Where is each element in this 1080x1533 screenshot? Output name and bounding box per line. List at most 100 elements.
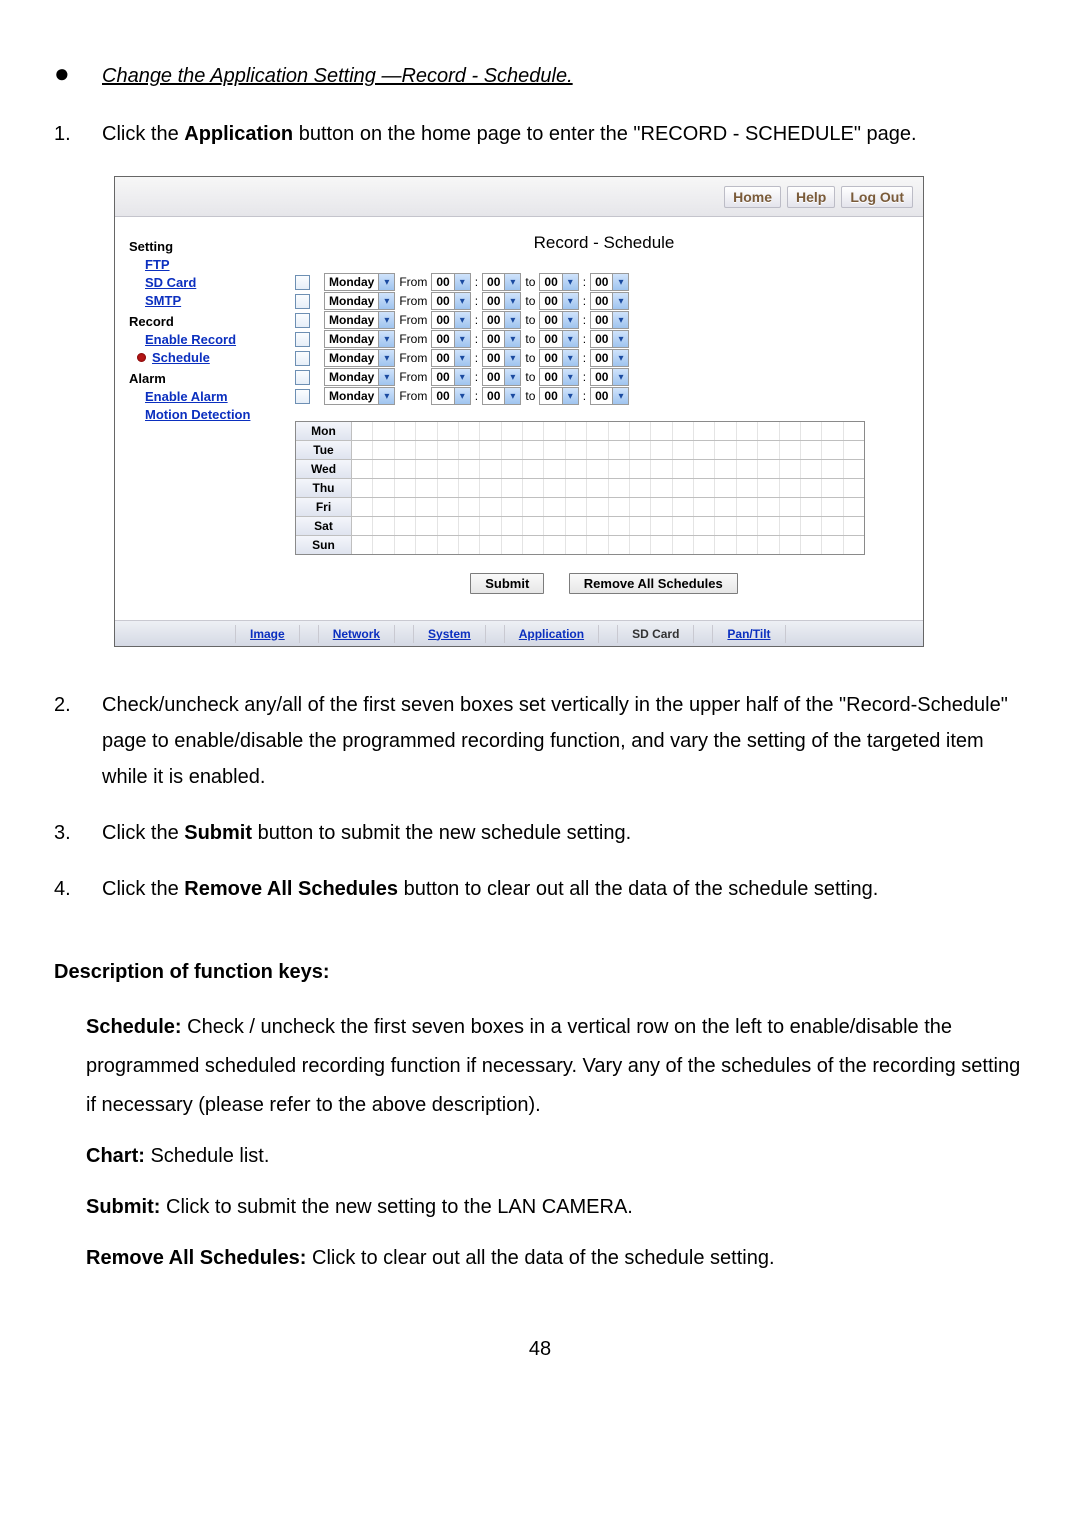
remove-all-button[interactable]: Remove All Schedules — [569, 573, 738, 594]
schedule-row: Monday▾From00▾:00▾to00▾:00▾ — [295, 330, 913, 348]
dropdown[interactable]: 00▾ — [590, 387, 629, 405]
tab-network[interactable]: Network — [318, 625, 395, 643]
tab-sdcard[interactable]: SD Card — [617, 625, 694, 643]
dropdown[interactable]: Monday▾ — [324, 273, 395, 291]
dropdown[interactable]: 00▾ — [482, 330, 521, 348]
dropdown[interactable]: 00▾ — [539, 349, 578, 367]
dropdown[interactable]: 00▾ — [431, 349, 470, 367]
to-label: to — [525, 332, 535, 346]
sidebar-item-schedule[interactable]: Schedule — [137, 350, 287, 365]
chevron-down-icon: ▾ — [504, 274, 520, 290]
dropdown[interactable]: 00▾ — [590, 273, 629, 291]
enable-checkbox[interactable] — [295, 294, 310, 309]
grid-cell — [758, 460, 779, 478]
sidebar-item-enable-record[interactable]: Enable Record — [145, 332, 287, 347]
sidebar-item-sdcard[interactable]: SD Card — [145, 275, 287, 290]
schedule-row: Monday▾From00▾:00▾to00▾:00▾ — [295, 387, 913, 405]
step-text: Click the — [102, 822, 184, 844]
grid-row: Tue — [296, 440, 864, 459]
chevron-down-icon: ▾ — [378, 350, 394, 366]
grid-cell — [373, 441, 394, 459]
tab-pantilt[interactable]: Pan/Tilt — [712, 625, 785, 643]
tab-system[interactable]: System — [413, 625, 486, 643]
dropdown[interactable]: 00▾ — [431, 311, 470, 329]
grid-cell — [822, 498, 843, 516]
grid-cell — [630, 441, 651, 459]
sidebar-item-smtp[interactable]: SMTP — [145, 293, 287, 308]
dropdown[interactable]: 00▾ — [539, 292, 578, 310]
dropdown[interactable]: Monday▾ — [324, 311, 395, 329]
dropdown[interactable]: Monday▾ — [324, 292, 395, 310]
enable-checkbox[interactable] — [295, 313, 310, 328]
top-bar: Home Help Log Out — [115, 177, 923, 217]
enable-checkbox[interactable] — [295, 389, 310, 404]
description-item: Submit: Click to submit the new setting … — [86, 1188, 1026, 1227]
dropdown[interactable]: Monday▾ — [324, 387, 395, 405]
dropdown[interactable]: 00▾ — [539, 330, 578, 348]
grid-day-label: Thu — [296, 479, 352, 497]
dropdown[interactable]: Monday▾ — [324, 330, 395, 348]
submit-button[interactable]: Submit — [470, 573, 544, 594]
dropdown[interactable]: 00▾ — [482, 349, 521, 367]
logout-button[interactable]: Log Out — [841, 186, 913, 208]
description-key: Submit: — [86, 1196, 160, 1218]
sidebar-item-enable-alarm[interactable]: Enable Alarm — [145, 389, 287, 404]
dropdown[interactable]: 00▾ — [431, 330, 470, 348]
enable-checkbox[interactable] — [295, 351, 310, 366]
dropdown[interactable]: Monday▾ — [324, 368, 395, 386]
dropdown[interactable]: 00▾ — [590, 330, 629, 348]
tab-application[interactable]: Application — [504, 625, 599, 643]
dropdown[interactable]: 00▾ — [482, 292, 521, 310]
enable-checkbox[interactable] — [295, 370, 310, 385]
tab-image[interactable]: Image — [235, 625, 300, 643]
colon: : — [583, 389, 586, 403]
grid-cell — [480, 536, 501, 554]
chevron-down-icon: ▾ — [504, 369, 520, 385]
chevron-down-icon: ▾ — [612, 350, 628, 366]
grid-cell — [780, 517, 801, 535]
dropdown[interactable]: 00▾ — [482, 387, 521, 405]
grid-cell — [544, 498, 565, 516]
dropdown[interactable]: 00▾ — [539, 387, 578, 405]
dropdown[interactable]: 00▾ — [431, 292, 470, 310]
sidebar-item-motion-detection[interactable]: Motion Detection — [145, 407, 287, 422]
enable-checkbox[interactable] — [295, 275, 310, 290]
dropdown[interactable]: 00▾ — [431, 273, 470, 291]
dropdown[interactable]: 00▾ — [590, 368, 629, 386]
grid-row: Wed — [296, 459, 864, 478]
step-text: Check/uncheck any/all of the first seven… — [102, 687, 1026, 795]
sidebar-item-ftp[interactable]: FTP — [145, 257, 287, 272]
grid-cell — [651, 479, 672, 497]
dropdown[interactable]: 00▾ — [431, 368, 470, 386]
dropdown[interactable]: 00▾ — [482, 368, 521, 386]
dropdown[interactable]: 00▾ — [482, 311, 521, 329]
dropdown[interactable]: 00▾ — [590, 311, 629, 329]
dropdown[interactable]: 00▾ — [482, 273, 521, 291]
step-bold: Submit — [184, 822, 252, 844]
grid-cell — [502, 460, 523, 478]
home-button[interactable]: Home — [724, 186, 781, 208]
grid-cell — [416, 517, 437, 535]
dropdown[interactable]: 00▾ — [539, 311, 578, 329]
grid-cell — [566, 479, 587, 497]
grid-cell — [609, 536, 630, 554]
grid-cell — [801, 498, 822, 516]
enable-checkbox[interactable] — [295, 332, 310, 347]
colon: : — [583, 370, 586, 384]
chevron-down-icon: ▾ — [378, 369, 394, 385]
grid-cell — [416, 441, 437, 459]
description-key: Chart: — [86, 1145, 145, 1167]
dropdown[interactable]: 00▾ — [539, 368, 578, 386]
schedule-row: Monday▾From00▾:00▾to00▾:00▾ — [295, 311, 913, 329]
dropdown[interactable]: Monday▾ — [324, 349, 395, 367]
help-button[interactable]: Help — [787, 186, 835, 208]
chevron-down-icon: ▾ — [612, 312, 628, 328]
dropdown[interactable]: 00▾ — [539, 273, 578, 291]
schedule-row: Monday▾From00▾:00▾to00▾:00▾ — [295, 368, 913, 386]
dropdown[interactable]: 00▾ — [431, 387, 470, 405]
dropdown[interactable]: 00▾ — [590, 349, 629, 367]
grid-cell — [480, 441, 501, 459]
dropdown[interactable]: 00▾ — [590, 292, 629, 310]
grid-day-label: Mon — [296, 422, 352, 440]
description-text: Check / uncheck the first seven boxes in… — [86, 1016, 1020, 1116]
